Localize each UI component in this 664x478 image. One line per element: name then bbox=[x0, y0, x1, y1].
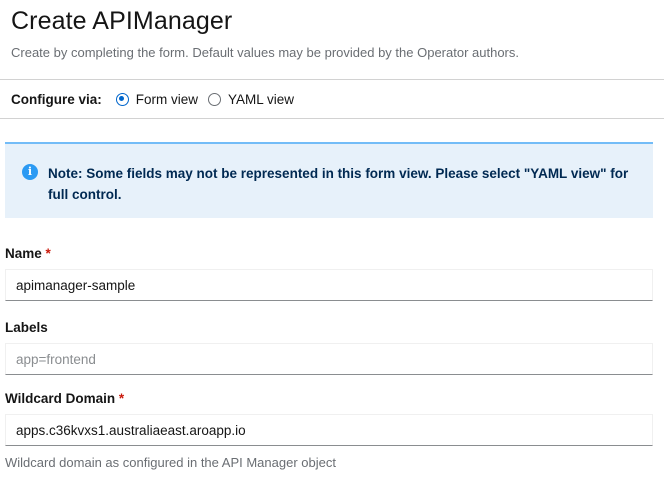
wildcard-domain-label-text: Wildcard Domain bbox=[5, 391, 116, 406]
radio-form-view-circle[interactable] bbox=[115, 92, 129, 106]
labels-field-label: Labels bbox=[5, 320, 48, 335]
info-icon: i bbox=[22, 164, 38, 180]
header-divider bbox=[0, 79, 664, 80]
wildcard-domain-helper-text: Wildcard domain as configured in the API… bbox=[5, 455, 336, 470]
radio-yaml-view[interactable]: YAML view bbox=[208, 92, 294, 107]
wildcard-domain-required-marker: * bbox=[118, 391, 125, 406]
configure-divider bbox=[0, 118, 664, 119]
name-required-marker: * bbox=[45, 246, 51, 261]
radio-yaml-view-label[interactable]: YAML view bbox=[228, 92, 294, 107]
radio-form-view[interactable]: Form view bbox=[115, 92, 198, 107]
configure-via-label: Configure via: bbox=[11, 91, 102, 107]
wildcard-domain-field-label: Wildcard Domain * bbox=[5, 391, 124, 406]
page-title: Create APIManager bbox=[11, 7, 233, 35]
radio-form-view-label[interactable]: Form view bbox=[136, 92, 198, 107]
alert-text: Note: Some fields may not be represented… bbox=[48, 166, 629, 202]
configure-via-row: Configure via: Form view YAML view bbox=[11, 89, 304, 109]
info-alert: i Note: Some fields may not be represent… bbox=[5, 142, 653, 218]
name-field-label: Name * bbox=[5, 246, 51, 261]
page-subtitle: Create by completing the form. Default v… bbox=[11, 45, 519, 60]
name-input[interactable]: apimanager-sample bbox=[5, 269, 653, 301]
labels-input[interactable]: app=frontend bbox=[5, 343, 653, 375]
wildcard-domain-input[interactable]: apps.c36kvxs1.australiaeast.aroapp.io bbox=[5, 414, 653, 446]
radio-yaml-view-circle[interactable] bbox=[208, 92, 222, 106]
name-label-text: Name bbox=[5, 246, 42, 261]
